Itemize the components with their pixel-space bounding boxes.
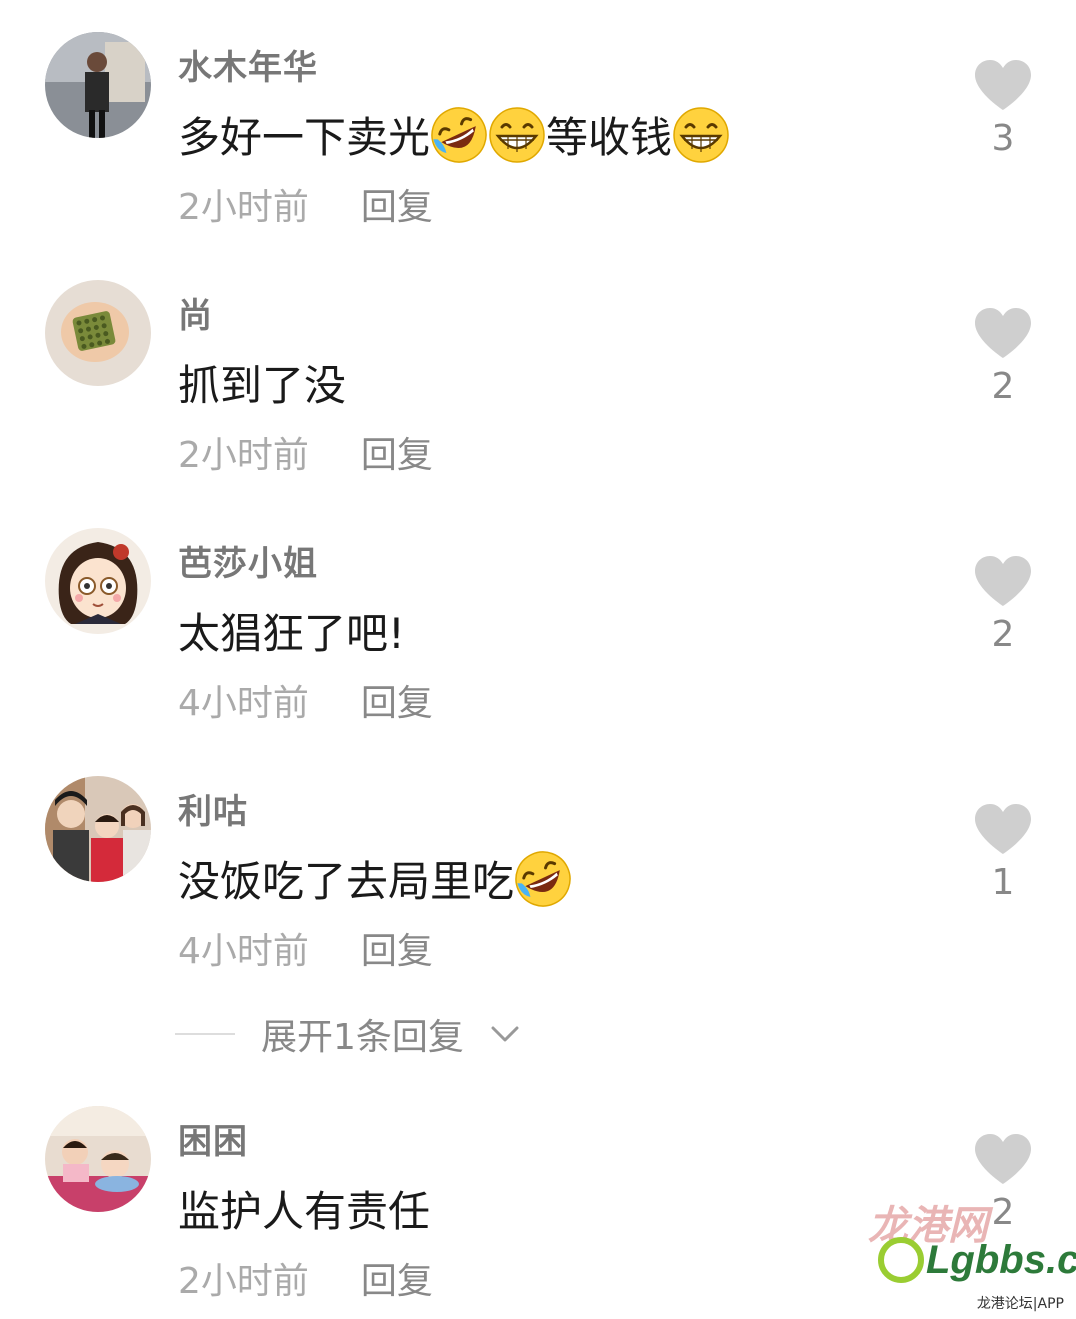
heart-icon xyxy=(973,1132,1033,1186)
like-button[interactable]: 2 xyxy=(970,306,1036,407)
avatar-image xyxy=(45,776,151,882)
site-watermark: 龙港网 Lgbbs.cn 龙港论坛|APP xyxy=(868,1193,1076,1313)
reply-button[interactable]: 回复 xyxy=(361,922,433,974)
comment-meta: 2小时前 回复 xyxy=(178,1252,433,1304)
comment-meta: 4小时前 回复 xyxy=(178,922,433,974)
comment-meta: 2小时前 回复 xyxy=(178,426,433,478)
heart-icon xyxy=(973,802,1033,856)
grinning-emoji-icon xyxy=(488,106,546,164)
heart-icon xyxy=(973,306,1033,360)
avatar-image xyxy=(45,1106,151,1212)
expand-replies-label: 展开1条回复 xyxy=(261,1017,464,1058)
comment-text-part: 太猖狂了吧! xyxy=(178,609,405,658)
watermark-sub-text: 龙港论坛|APP xyxy=(976,1296,1064,1312)
like-button[interactable]: 1 xyxy=(970,802,1036,903)
avatar[interactable] xyxy=(45,1106,151,1212)
reply-button[interactable]: 回复 xyxy=(361,674,433,726)
comment-text-part-2: 等收钱 xyxy=(546,113,673,162)
reply-button[interactable]: 回复 xyxy=(361,178,433,230)
like-count: 2 xyxy=(991,614,1015,655)
avatar[interactable] xyxy=(45,280,151,386)
like-count: 2 xyxy=(991,366,1015,407)
comment-username[interactable]: 芭莎小姐 xyxy=(178,536,318,585)
comment-username[interactable]: 利咕 xyxy=(178,784,248,833)
comment-text: 没饭吃了去局里吃 xyxy=(178,848,572,909)
comment-time: 4小时前 xyxy=(178,683,309,724)
comment-time: 4小时前 xyxy=(178,931,309,972)
comment-text-part: 监护人有责任 xyxy=(178,1187,431,1236)
expand-replies-button[interactable]: 展开1条回复 xyxy=(175,1008,520,1060)
comment-meta: 4小时前 回复 xyxy=(178,674,433,726)
comment-meta: 2小时前 回复 xyxy=(178,178,433,230)
reply-button[interactable]: 回复 xyxy=(361,426,433,478)
avatar-image xyxy=(45,32,151,138)
chevron-down-icon xyxy=(490,1024,520,1044)
rolling-laughing-emoji-icon xyxy=(514,850,572,908)
comment-text: 多好一下卖光 等收钱 xyxy=(178,104,730,165)
heart-icon xyxy=(973,554,1033,608)
reply-button[interactable]: 回复 xyxy=(361,1252,433,1304)
like-button[interactable]: 2 xyxy=(970,554,1036,655)
comment-text-part: 没饭吃了去局里吃 xyxy=(178,857,515,906)
like-button[interactable]: 3 xyxy=(970,58,1036,159)
divider-line xyxy=(175,1033,235,1035)
comment-time: 2小时前 xyxy=(178,435,309,476)
avatar[interactable] xyxy=(45,776,151,882)
avatar-image xyxy=(45,280,151,386)
watermark-logo: Lgbbs.cn xyxy=(878,1237,1076,1283)
avatar[interactable] xyxy=(45,528,151,634)
logo-ring-icon xyxy=(878,1237,924,1283)
comment-text: 太猖狂了吧! xyxy=(178,600,405,661)
watermark-logo-text: Lgbbs.cn xyxy=(926,1237,1076,1282)
comment-text: 抓到了没 xyxy=(178,352,346,413)
like-count: 1 xyxy=(991,862,1015,903)
grinning-emoji-icon xyxy=(672,106,730,164)
rolling-laughing-emoji-icon xyxy=(430,106,488,164)
comment-time: 2小时前 xyxy=(178,187,309,228)
comment-text-part: 抓到了没 xyxy=(178,361,347,410)
like-count: 3 xyxy=(991,118,1015,159)
comment-username[interactable]: 水木年华 xyxy=(178,40,318,89)
comment-text: 监护人有责任 xyxy=(178,1178,430,1239)
avatar-image xyxy=(45,528,151,634)
comment-username[interactable]: 尚 xyxy=(178,288,213,337)
avatar[interactable] xyxy=(45,32,151,138)
comment-username[interactable]: 困困 xyxy=(178,1114,248,1163)
comment-time: 2小时前 xyxy=(178,1261,309,1302)
heart-icon xyxy=(973,58,1033,112)
comment-text-part: 多好一下卖光 xyxy=(178,113,431,162)
